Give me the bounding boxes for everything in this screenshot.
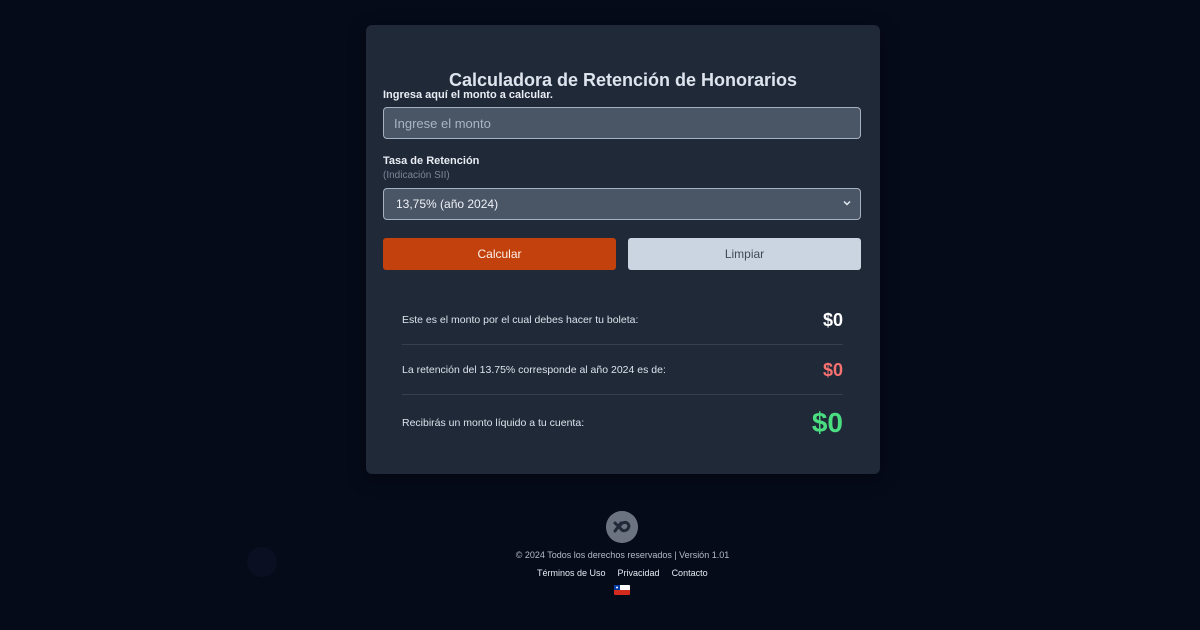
calculate-button[interactable]: Calcular [383, 238, 616, 270]
chile-flag-icon [614, 585, 630, 595]
footer-link-terms[interactable]: Términos de Uso [537, 568, 606, 578]
result-value-net: $0 [811, 407, 843, 438]
clear-button[interactable]: Limpiar [628, 238, 861, 270]
rate-sublabel: (Indicación SII) [383, 170, 450, 181]
divider [402, 394, 843, 395]
rate-select-value: 13,75% (año 2024) [396, 197, 499, 211]
footer-links: Términos de Uso Privacidad Contacto [537, 568, 708, 578]
brand-logo-icon[interactable] [606, 511, 638, 543]
result-value-boleta: $0 [822, 309, 843, 330]
result-row-retention: La retención del 13.75% corresponde al a… [402, 360, 843, 380]
amount-input[interactable] [383, 107, 861, 139]
chevron-down-icon [843, 200, 851, 206]
result-row-net: Recibirás un monto líquido a tu cuenta: … [402, 407, 843, 439]
result-row-boleta: Este es el monto por el cual debes hacer… [402, 310, 843, 330]
result-label-net: Recibirás un monto líquido a tu cuenta: [402, 417, 585, 429]
footer-link-contact[interactable]: Contacto [672, 568, 708, 578]
footer-copyright: © 2024 Todos los derechos reservados | V… [515, 550, 730, 560]
page-title: Calculadora de Retención de Honorarios [448, 70, 798, 90]
result-label-boleta: Este es el monto por el cual debes hacer… [402, 314, 639, 326]
rate-select[interactable]: 13,75% (año 2024) [383, 188, 861, 220]
result-label-retention: La retención del 13.75% corresponde al a… [402, 364, 666, 376]
result-value-retention: $0 [822, 359, 843, 380]
rate-label: Tasa de Retención [383, 155, 480, 167]
divider [402, 344, 843, 345]
amount-label: Ingresa aquí el monto a calcular. [383, 89, 553, 101]
footer-link-privacy[interactable]: Privacidad [618, 568, 660, 578]
